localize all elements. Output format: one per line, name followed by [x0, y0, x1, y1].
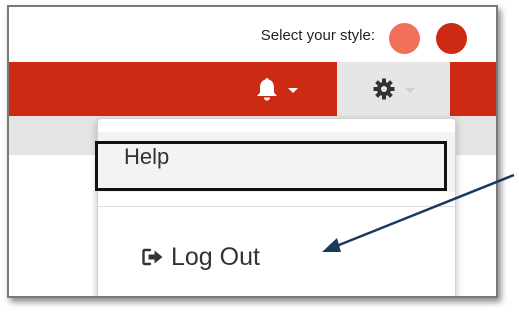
style-selector-bar: Select your style:: [9, 7, 496, 62]
menu-item-logout-label: Log Out: [171, 242, 260, 271]
notifications-dropdown-button[interactable]: [225, 62, 328, 116]
settings-dropdown-button[interactable]: [337, 62, 450, 116]
gear-icon: [373, 78, 395, 100]
menu-item-logout[interactable]: Log Out: [98, 235, 455, 279]
settings-dropdown-menu: Help Log Out: [95, 118, 456, 296]
menu-divider: [98, 206, 455, 207]
style-swatch-dark-red[interactable]: [436, 23, 467, 54]
top-navbar: [9, 62, 496, 116]
app-window: Select your style: Help Log Out: [7, 5, 498, 298]
style-selector-label: Select your style:: [260, 27, 375, 44]
bell-icon: [256, 77, 278, 101]
menu-item-help[interactable]: Help: [95, 132, 455, 192]
chevron-down-icon: [404, 87, 415, 93]
menu-item-help-label: Help: [124, 144, 170, 169]
style-swatch-light-red[interactable]: [389, 23, 420, 54]
sign-out-icon: [142, 248, 164, 266]
chevron-down-icon: [287, 87, 298, 93]
